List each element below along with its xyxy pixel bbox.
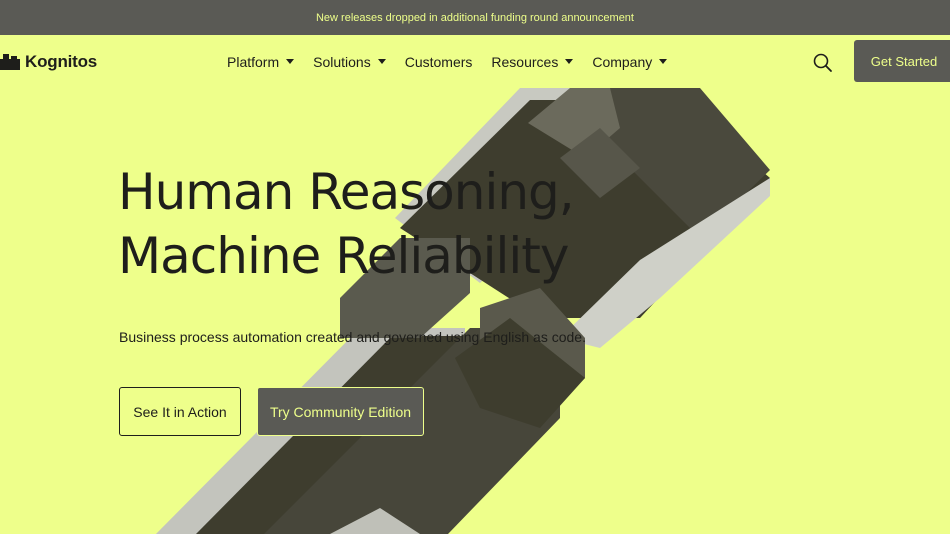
caret-down-icon xyxy=(565,59,574,64)
get-started-button[interactable]: Get Started xyxy=(854,40,950,82)
nav-item-customers[interactable]: Customers xyxy=(405,54,473,70)
logo-icon xyxy=(0,54,20,70)
hero-headline: Human Reasoning, Machine Reliability xyxy=(118,160,575,288)
nav-item-resources[interactable]: Resources xyxy=(491,53,574,70)
try-community-edition-button[interactable]: Try Community Edition xyxy=(257,387,424,436)
nav-item-label: Resources xyxy=(491,53,559,70)
nav-item-company[interactable]: Company xyxy=(592,53,668,70)
hero-subline: Business process automation created and … xyxy=(119,329,586,345)
nav-item-label: Company xyxy=(592,53,653,70)
nav-item-label: Customers xyxy=(404,53,473,70)
caret-down-icon xyxy=(377,59,386,64)
caret-down-icon xyxy=(659,59,668,64)
nav-item-solutions[interactable]: Solutions xyxy=(313,54,386,70)
nav-item-label: Solutions xyxy=(313,53,371,70)
search-icon[interactable] xyxy=(812,52,834,74)
headline-line-2: Machine Reliability xyxy=(118,227,569,285)
logo-text: Kognitos xyxy=(25,52,98,71)
main-menu: Platform Solutions Customers Resources C… xyxy=(227,35,686,88)
caret-down-icon xyxy=(286,59,295,64)
announcement-link[interactable]: New releases dropped in additional fundi… xyxy=(316,12,634,24)
announcement-bar: New releases dropped in additional fundi… xyxy=(0,0,950,35)
headline-line-1: Human Reasoning, xyxy=(118,163,575,221)
nav-item-label: Platform xyxy=(227,53,280,70)
see-it-in-action-button[interactable]: See It in Action xyxy=(119,387,241,436)
hero-illustration xyxy=(155,88,770,534)
nav-item-platform[interactable]: Platform xyxy=(227,53,295,70)
top-nav: Kognitos Platform Solutions Customers Re… xyxy=(0,35,950,88)
logo[interactable]: Kognitos xyxy=(0,52,97,72)
